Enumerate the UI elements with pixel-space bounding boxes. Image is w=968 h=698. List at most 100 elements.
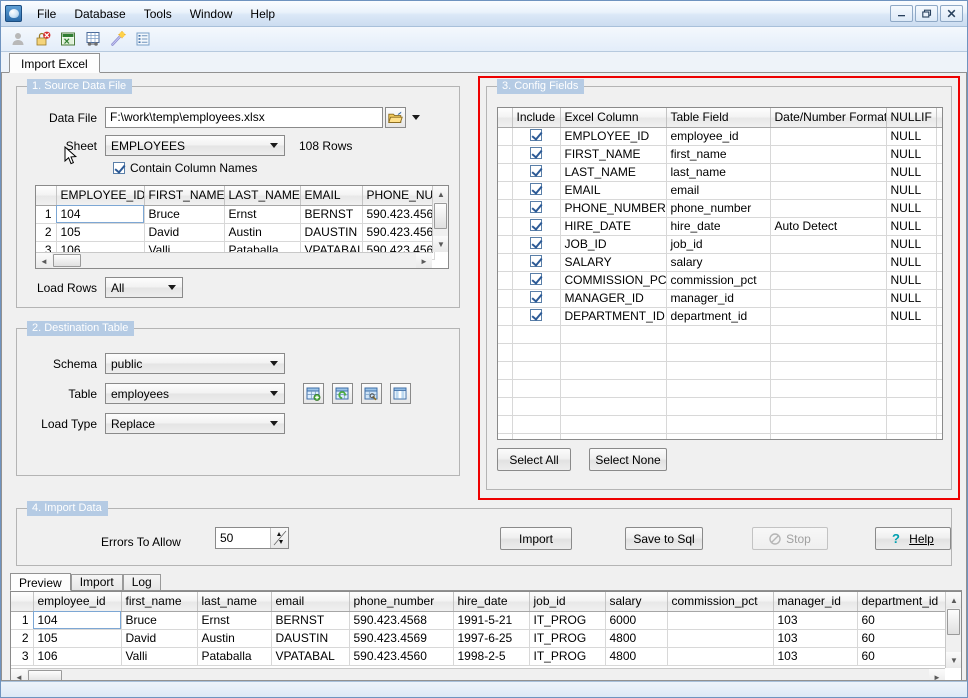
source-cell[interactable]: 104 — [56, 205, 144, 223]
result-grid-vscrollbar[interactable]: ▲ ▼ — [945, 592, 961, 668]
table-row[interactable]: 2 105 David Austin DAUSTIN 590.423.4569 — [36, 223, 434, 241]
result-cell[interactable]: 104 — [33, 611, 121, 629]
query-table-icon[interactable] — [82, 29, 103, 49]
source-col-header[interactable]: LAST_NAME — [224, 186, 300, 205]
table-row[interactable]: FIRST_NAME first_name NULL — [498, 145, 943, 163]
source-cell[interactable]: David — [144, 223, 224, 241]
result-col-header[interactable]: first_name — [121, 592, 197, 611]
minimize-icon[interactable] — [890, 5, 913, 22]
result-cell[interactable]: 103 — [773, 647, 857, 665]
config-format[interactable] — [770, 253, 886, 271]
result-col-header[interactable]: employee_id — [33, 592, 121, 611]
result-cell[interactable]: 590.423.4568 — [349, 611, 453, 629]
source-col-header[interactable]: FIRST_NAME — [144, 186, 224, 205]
config-include-cell[interactable] — [512, 145, 560, 163]
config-excel-column[interactable]: JOB_ID — [560, 235, 666, 253]
source-cell[interactable]: Bruce — [144, 205, 224, 223]
source-cell[interactable]: Ernst — [224, 205, 300, 223]
table-row[interactable]: COMMISSION_PCT commission_pct NULL — [498, 271, 943, 289]
result-cell[interactable]: 60 — [857, 629, 947, 647]
config-include-cell[interactable] — [512, 127, 560, 145]
menu-item-tools[interactable]: Tools — [135, 4, 181, 24]
config-table-field[interactable]: department_id — [666, 307, 770, 325]
result-cell[interactable]: 103 — [773, 629, 857, 647]
table-row[interactable]: EMPLOYEE_ID employee_id NULL — [498, 127, 943, 145]
table-row[interactable]: LAST_NAME last_name NULL — [498, 163, 943, 181]
config-format[interactable] — [770, 127, 886, 145]
table-row[interactable]: 1 104 Bruce Ernst BERNST 590.423.4568 — [36, 205, 434, 223]
include-checkbox[interactable] — [530, 129, 542, 141]
config-table-field[interactable]: first_name — [666, 145, 770, 163]
source-col-header[interactable]: PHONE_NUM — [362, 186, 434, 205]
config-nullif[interactable]: NULL — [886, 271, 936, 289]
config-format[interactable] — [770, 271, 886, 289]
include-checkbox[interactable] — [530, 183, 542, 195]
config-nullif[interactable]: NULL — [886, 127, 936, 145]
help-button[interactable]: ? Help — [875, 527, 951, 550]
config-excel-column[interactable]: EMAIL — [560, 181, 666, 199]
source-col-header[interactable]: EMAIL — [300, 186, 362, 205]
refresh-table-icon[interactable] — [332, 383, 353, 404]
result-cell[interactable]: David — [121, 629, 197, 647]
config-include-cell[interactable] — [512, 289, 560, 307]
config-nullif[interactable]: NULL — [886, 181, 936, 199]
result-cell[interactable]: 4800 — [605, 629, 667, 647]
source-grid-vscrollbar[interactable]: ▲ ▼ — [432, 186, 448, 252]
config-nullif[interactable]: NULL — [886, 145, 936, 163]
config-nullif[interactable]: NULL — [886, 289, 936, 307]
list-icon[interactable] — [132, 29, 153, 49]
close-icon[interactable] — [940, 5, 963, 22]
table-row[interactable]: HIRE_DATE hire_date Auto Detect NULL — [498, 217, 943, 235]
config-nullif[interactable]: NULL — [886, 253, 936, 271]
config-table-field[interactable]: phone_number — [666, 199, 770, 217]
source-cell[interactable]: Austin — [224, 223, 300, 241]
config-nullif[interactable]: NULL — [886, 307, 936, 325]
config-format[interactable] — [770, 181, 886, 199]
table-row[interactable]: 1 104 Bruce Ernst BERNST 590.423.4568 19… — [11, 611, 947, 629]
config-include-cell[interactable] — [512, 181, 560, 199]
source-preview-grid[interactable]: EMPLOYEE_ID FIRST_NAME LAST_NAME EMAIL P… — [35, 185, 449, 269]
excel-icon[interactable] — [57, 29, 78, 49]
config-nullif[interactable]: NULL — [886, 235, 936, 253]
include-checkbox[interactable] — [530, 147, 542, 159]
source-cell[interactable]: 590.423.4569 — [362, 223, 434, 241]
config-excel-column[interactable]: SALARY — [560, 253, 666, 271]
include-checkbox[interactable] — [530, 237, 542, 249]
stop-button[interactable]: Stop — [752, 527, 828, 550]
result-cell[interactable]: VPATABAL — [271, 647, 349, 665]
magic-wand-icon[interactable] — [107, 29, 128, 49]
result-cell[interactable]: DAUSTIN — [271, 629, 349, 647]
menu-item-window[interactable]: Window — [181, 4, 242, 24]
scroll-right-icon[interactable]: ► — [416, 253, 432, 269]
result-cell[interactable]: 590.423.4569 — [349, 629, 453, 647]
result-cell[interactable]: Valli — [121, 647, 197, 665]
config-nullif[interactable]: NULL — [886, 199, 936, 217]
scroll-down-icon[interactable]: ▼ — [946, 652, 962, 668]
result-cell[interactable]: 4800 — [605, 647, 667, 665]
include-checkbox[interactable] — [530, 165, 542, 177]
tab-import[interactable]: Import — [71, 574, 123, 590]
config-include-cell[interactable] — [512, 253, 560, 271]
result-cell[interactable]: BERNST — [271, 611, 349, 629]
source-vscroll-thumb[interactable] — [434, 203, 447, 229]
config-table-field[interactable]: job_id — [666, 235, 770, 253]
table-row[interactable]: DEPARTMENT_ID department_id NULL — [498, 307, 943, 325]
result-cell[interactable] — [667, 647, 773, 665]
scroll-up-icon[interactable]: ▲ — [946, 592, 962, 608]
result-cell[interactable]: IT_PROG — [529, 611, 605, 629]
config-include-cell[interactable] — [512, 307, 560, 325]
table-row[interactable]: MANAGER_ID manager_id NULL — [498, 289, 943, 307]
result-grid-hscrollbar[interactable]: ◄ ► — [11, 668, 945, 681]
config-table-field[interactable]: manager_id — [666, 289, 770, 307]
result-cell[interactable]: 60 — [857, 611, 947, 629]
config-table-field[interactable]: last_name — [666, 163, 770, 181]
source-cell[interactable]: 590.423.4568 — [362, 205, 434, 223]
table-select[interactable]: employees — [105, 383, 285, 404]
source-col-header[interactable]: EMPLOYEE_ID — [56, 186, 144, 205]
tab-preview[interactable]: Preview — [10, 573, 71, 591]
config-format[interactable] — [770, 145, 886, 163]
config-col-format-header[interactable]: Date/Number Format — [770, 108, 886, 127]
config-excel-column[interactable]: LAST_NAME — [560, 163, 666, 181]
result-cell[interactable]: Ernst — [197, 611, 271, 629]
result-cell[interactable]: 6000 — [605, 611, 667, 629]
